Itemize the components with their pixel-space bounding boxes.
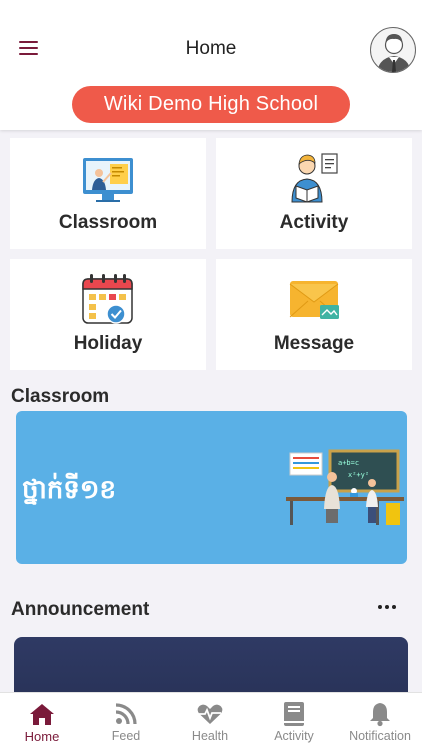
calendar-icon [10, 259, 206, 327]
classroom-card-label: Classroom [58, 212, 158, 233]
tab-activity-label: Activity [274, 729, 314, 743]
rss-icon [84, 701, 168, 727]
tab-feed[interactable]: Feed [84, 693, 168, 750]
page-title: Home [185, 38, 237, 59]
classroom-icon [10, 138, 206, 206]
tab-feed-label: Feed [111, 729, 141, 743]
envelope-icon [216, 259, 412, 327]
message-card-label: Message [273, 333, 355, 354]
bell-icon [338, 701, 422, 727]
classroom-illustration-icon: a+b=c x²+y² [286, 449, 404, 525]
tab-home-label: Home [24, 729, 60, 744]
user-avatar-icon[interactable] [370, 27, 416, 73]
book-icon [252, 701, 336, 727]
tab-health[interactable]: Health [168, 693, 252, 750]
announcement-section-title: Announcement [11, 599, 150, 620]
classroom-section-title: Classroom [11, 386, 110, 407]
holiday-card[interactable]: Holiday [10, 259, 206, 370]
tab-health-label: Health [191, 729, 229, 743]
tab-notification[interactable]: Notification [338, 693, 422, 750]
message-card[interactable]: Message [216, 259, 412, 370]
heart-pulse-icon [168, 701, 252, 727]
classroom-banner-label: ថ្នាក់ទី១ខ [22, 475, 116, 505]
home-icon [0, 701, 84, 727]
svg-text:x²+y²: x²+y² [348, 471, 369, 479]
school-name-badge[interactable]: Wiki Demo High School [72, 86, 350, 123]
activity-card[interactable]: Activity [216, 138, 412, 249]
tab-notification-label: Notification [349, 729, 411, 743]
classroom-banner[interactable]: ថ្នាក់ទី១ខ a+b=c x²+y² [16, 411, 407, 564]
activity-card-label: Activity [279, 212, 349, 233]
holiday-card-label: Holiday [73, 333, 143, 354]
app-header: Home Wiki Demo High School [0, 0, 422, 130]
tab-activity[interactable]: Activity [252, 693, 336, 750]
bottom-tab-bar: Home Feed Health Activity Notification [0, 692, 422, 750]
more-dots-icon[interactable] [376, 600, 398, 614]
classroom-card[interactable]: Classroom [10, 138, 206, 249]
activity-icon [216, 138, 412, 206]
svg-text:a+b=c: a+b=c [338, 459, 359, 467]
tab-home[interactable]: Home [0, 693, 84, 750]
